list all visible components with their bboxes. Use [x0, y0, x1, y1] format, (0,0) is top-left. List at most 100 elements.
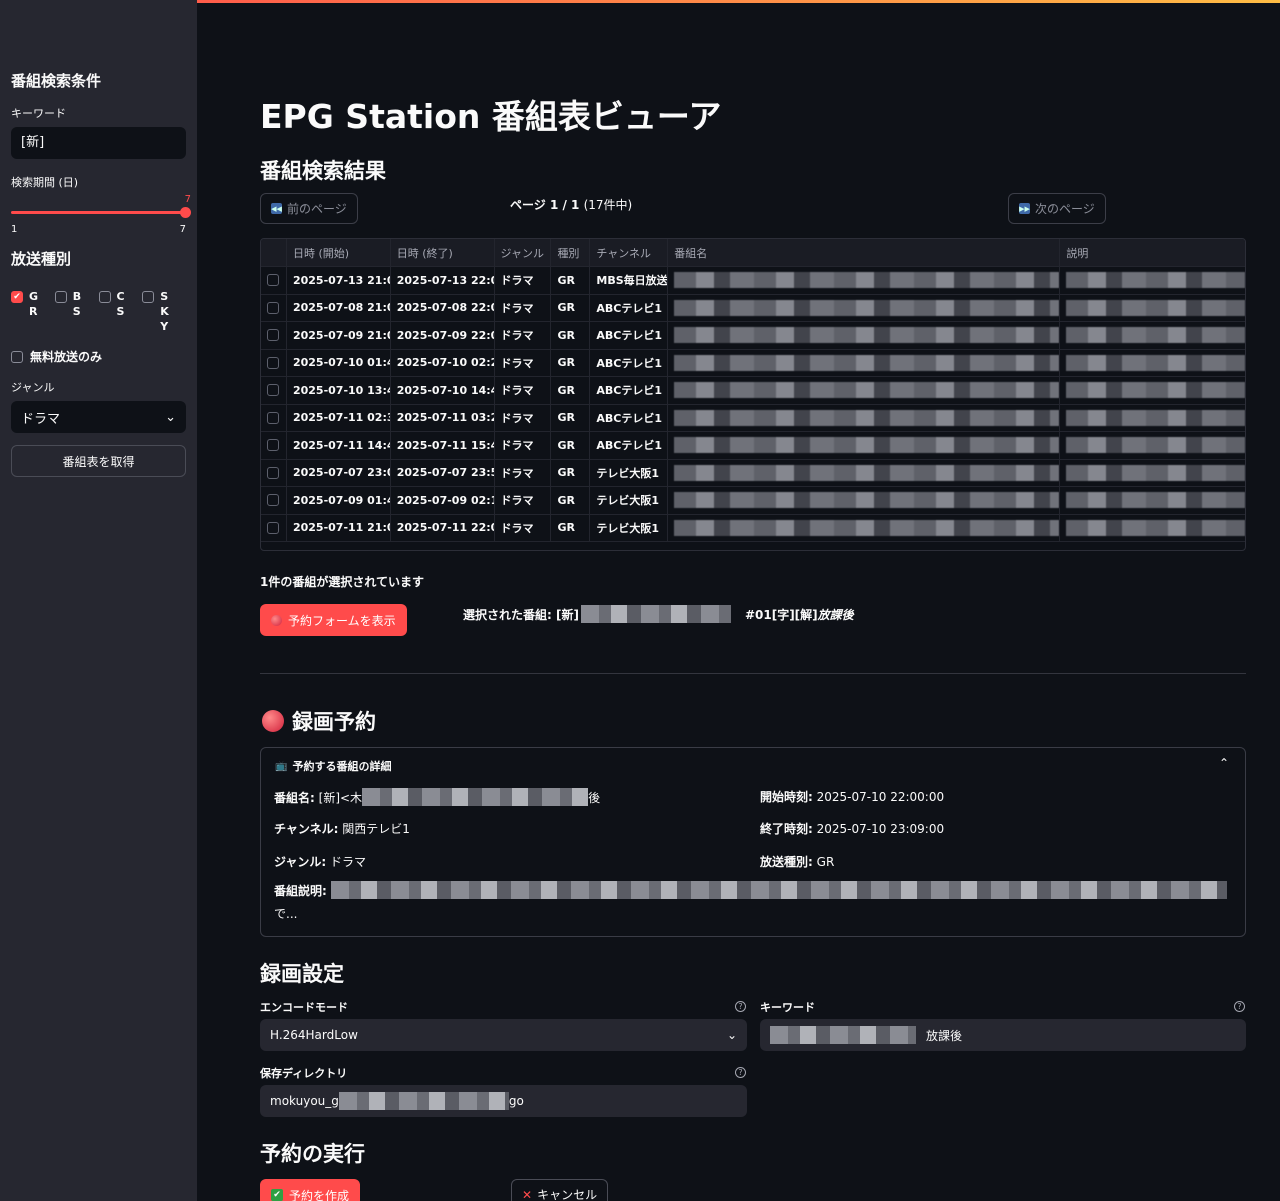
slider-thumb[interactable] [180, 207, 191, 218]
table-cell: ABCテレビ1 [590, 432, 669, 459]
slider-min: 1 [11, 224, 18, 235]
table-cell: 2025-07-11 03:29:00 [391, 404, 495, 431]
directory-label: 保存ディレクトリ [260, 1067, 348, 1080]
table-cell: 2025-07-08 21:00:00 [287, 294, 391, 321]
table-row[interactable]: 2025-07-13 21:00:002025-07-13 22:09:00ドラ… [261, 267, 1245, 295]
broadcast-checkbox-group: ✔ GR BS CS SKY [11, 289, 186, 334]
row-checkbox[interactable] [267, 466, 280, 479]
genre-label: ジャンル [11, 381, 55, 394]
row-checkbox[interactable] [267, 356, 280, 369]
table-cell: ドラマ [495, 267, 552, 294]
table-cell-redacted [1060, 432, 1245, 459]
table-cell: ABCテレビ1 [590, 377, 669, 404]
table-row[interactable]: 2025-07-11 02:35:002025-07-11 03:29:00ドラ… [261, 404, 1245, 432]
close-icon: ✕ [522, 1187, 533, 1201]
table-cell-redacted [668, 322, 1061, 349]
table-cell: 2025-07-11 02:35:00 [287, 404, 391, 431]
table-cell: 2025-07-11 14:42:00 [287, 432, 391, 459]
table-cell: 2025-07-11 15:40:00 [391, 432, 495, 459]
table-cell-redacted [668, 294, 1061, 321]
free-only-checkbox[interactable]: 無料放送のみ [11, 348, 186, 365]
redacted-text [580, 605, 731, 623]
expander-title[interactable]: 📺 予約する番組の詳細 [275, 758, 391, 774]
show-reservation-form-button[interactable]: 予約フォームを表示 [260, 604, 407, 636]
keyword-input[interactable]: [新] [11, 127, 186, 159]
slider-track[interactable] [11, 211, 186, 214]
table-row[interactable]: 2025-07-10 13:45:002025-07-10 14:42:00ドラ… [261, 377, 1245, 405]
cancel-button[interactable]: ✕ キャンセル [511, 1179, 609, 1201]
table-cell-redacted [1060, 350, 1245, 377]
help-icon[interactable]: ? [735, 1001, 746, 1012]
table-row[interactable]: 2025-07-07 23:06:002025-07-07 23:55:00ドラ… [261, 459, 1245, 487]
chevron-up-icon[interactable]: ⌃ [1219, 756, 1229, 770]
table-cell: 2025-07-09 02:15:00 [391, 487, 495, 514]
encode-mode-select[interactable]: H.264HardLow ⌄ [260, 1019, 747, 1051]
period-slider[interactable]: 7 1 7 [11, 194, 191, 248]
sidebar-heading: 番組検索条件 [11, 72, 102, 90]
table-row[interactable]: 2025-07-11 21:00:002025-07-11 22:09:00ドラ… [261, 514, 1245, 542]
redacted-text [770, 1026, 916, 1044]
checkbox-icon[interactable] [98, 291, 111, 303]
help-icon[interactable]: ? [735, 1067, 746, 1078]
table-cell: ドラマ [495, 432, 552, 459]
selected-count: 1件の番組が選択されています [260, 575, 424, 589]
red-circle-icon [262, 710, 284, 732]
fetch-epg-button[interactable]: 番組表を取得 [11, 445, 186, 477]
row-checkbox[interactable] [267, 329, 280, 342]
genre-select[interactable]: ドラマ ⌄ [11, 401, 186, 433]
tv-icon: 📺 [275, 760, 288, 772]
rewind-icon: ◀◀ [271, 203, 282, 214]
table-cell-redacted [668, 514, 1061, 541]
table-cell: ABCテレビ1 [590, 322, 669, 349]
fast-forward-icon: ▶▶ [1019, 203, 1030, 214]
table-cell: ドラマ [495, 322, 552, 349]
period-label: 検索期間 (日) [11, 176, 79, 189]
row-checkbox[interactable] [267, 274, 280, 287]
detail-description-tail: で... [274, 907, 298, 921]
checkbox-gr[interactable]: ✔ GR [11, 289, 55, 334]
checkbox-icon[interactable] [54, 291, 67, 303]
check-icon[interactable]: ✔ [11, 291, 23, 303]
table-row[interactable]: 2025-07-10 01:49:002025-07-10 02:25:00ドラ… [261, 349, 1245, 377]
keyword-setting-input[interactable]: 放課後 [760, 1019, 1246, 1051]
row-checkbox[interactable] [267, 301, 280, 314]
row-checkbox[interactable] [267, 494, 280, 507]
results-table: 日時 (開始) 日時 (終了) ジャンル 種別 チャンネル 番組名 説明 202… [260, 238, 1246, 551]
help-icon[interactable]: ? [1234, 1001, 1245, 1012]
next-page-button[interactable]: ▶▶ 次のページ [1008, 193, 1106, 224]
table-cell: 2025-07-13 21:00:00 [287, 267, 391, 294]
table-cell-redacted [668, 377, 1061, 404]
prev-page-button[interactable]: ◀◀ 前のページ [260, 193, 358, 224]
checkbox-sky[interactable]: SKY [142, 289, 186, 334]
page-title: EPG Station 番組表ビューア [260, 97, 722, 136]
table-cell: 2025-07-10 13:45:00 [287, 377, 391, 404]
row-checkbox[interactable] [267, 439, 280, 452]
program-details-expander[interactable]: 📺 予約する番組の詳細 ⌃ 番組名: [新]<木 後 開始時刻: 2025-07… [260, 747, 1246, 937]
redacted-text [362, 788, 589, 806]
checkbox-icon[interactable] [11, 350, 23, 363]
red-circle-icon [271, 614, 282, 626]
row-checkbox[interactable] [267, 384, 280, 397]
table-row[interactable]: 2025-07-08 21:00:002025-07-08 22:00:00ドラ… [261, 294, 1245, 322]
detail-name: 番組名: [新]<木 後 [274, 788, 600, 806]
table-cell: テレビ大阪1 [590, 514, 669, 541]
table-cell: 2025-07-10 14:42:00 [391, 377, 495, 404]
results-heading: 番組検索結果 [260, 159, 386, 183]
encode-label: エンコードモード [260, 1001, 348, 1014]
table-cell: GR [551, 404, 591, 431]
table-cell: GR [551, 322, 591, 349]
checkbox-cs[interactable]: CS [98, 289, 143, 334]
table-row[interactable]: 2025-07-09 01:45:002025-07-09 02:15:00ドラ… [261, 487, 1245, 515]
table-cell-redacted [668, 349, 1061, 376]
checkbox-bs[interactable]: BS [54, 289, 99, 334]
row-checkbox[interactable] [267, 411, 280, 424]
row-checkbox[interactable] [267, 521, 280, 534]
table-cell: テレビ大阪1 [590, 487, 669, 514]
directory-input[interactable]: mokuyou_g go [260, 1085, 747, 1117]
table-cell: ABCテレビ1 [590, 404, 669, 431]
table-row[interactable]: 2025-07-11 14:42:002025-07-11 15:40:00ドラ… [261, 432, 1245, 460]
table-cell: 2025-07-10 01:49:00 [287, 349, 391, 376]
checkbox-icon[interactable] [142, 291, 155, 303]
create-reservation-button[interactable]: ✔ 予約を作成 [260, 1179, 361, 1201]
table-row[interactable]: 2025-07-09 21:00:002025-07-09 22:04:00ドラ… [261, 322, 1245, 350]
